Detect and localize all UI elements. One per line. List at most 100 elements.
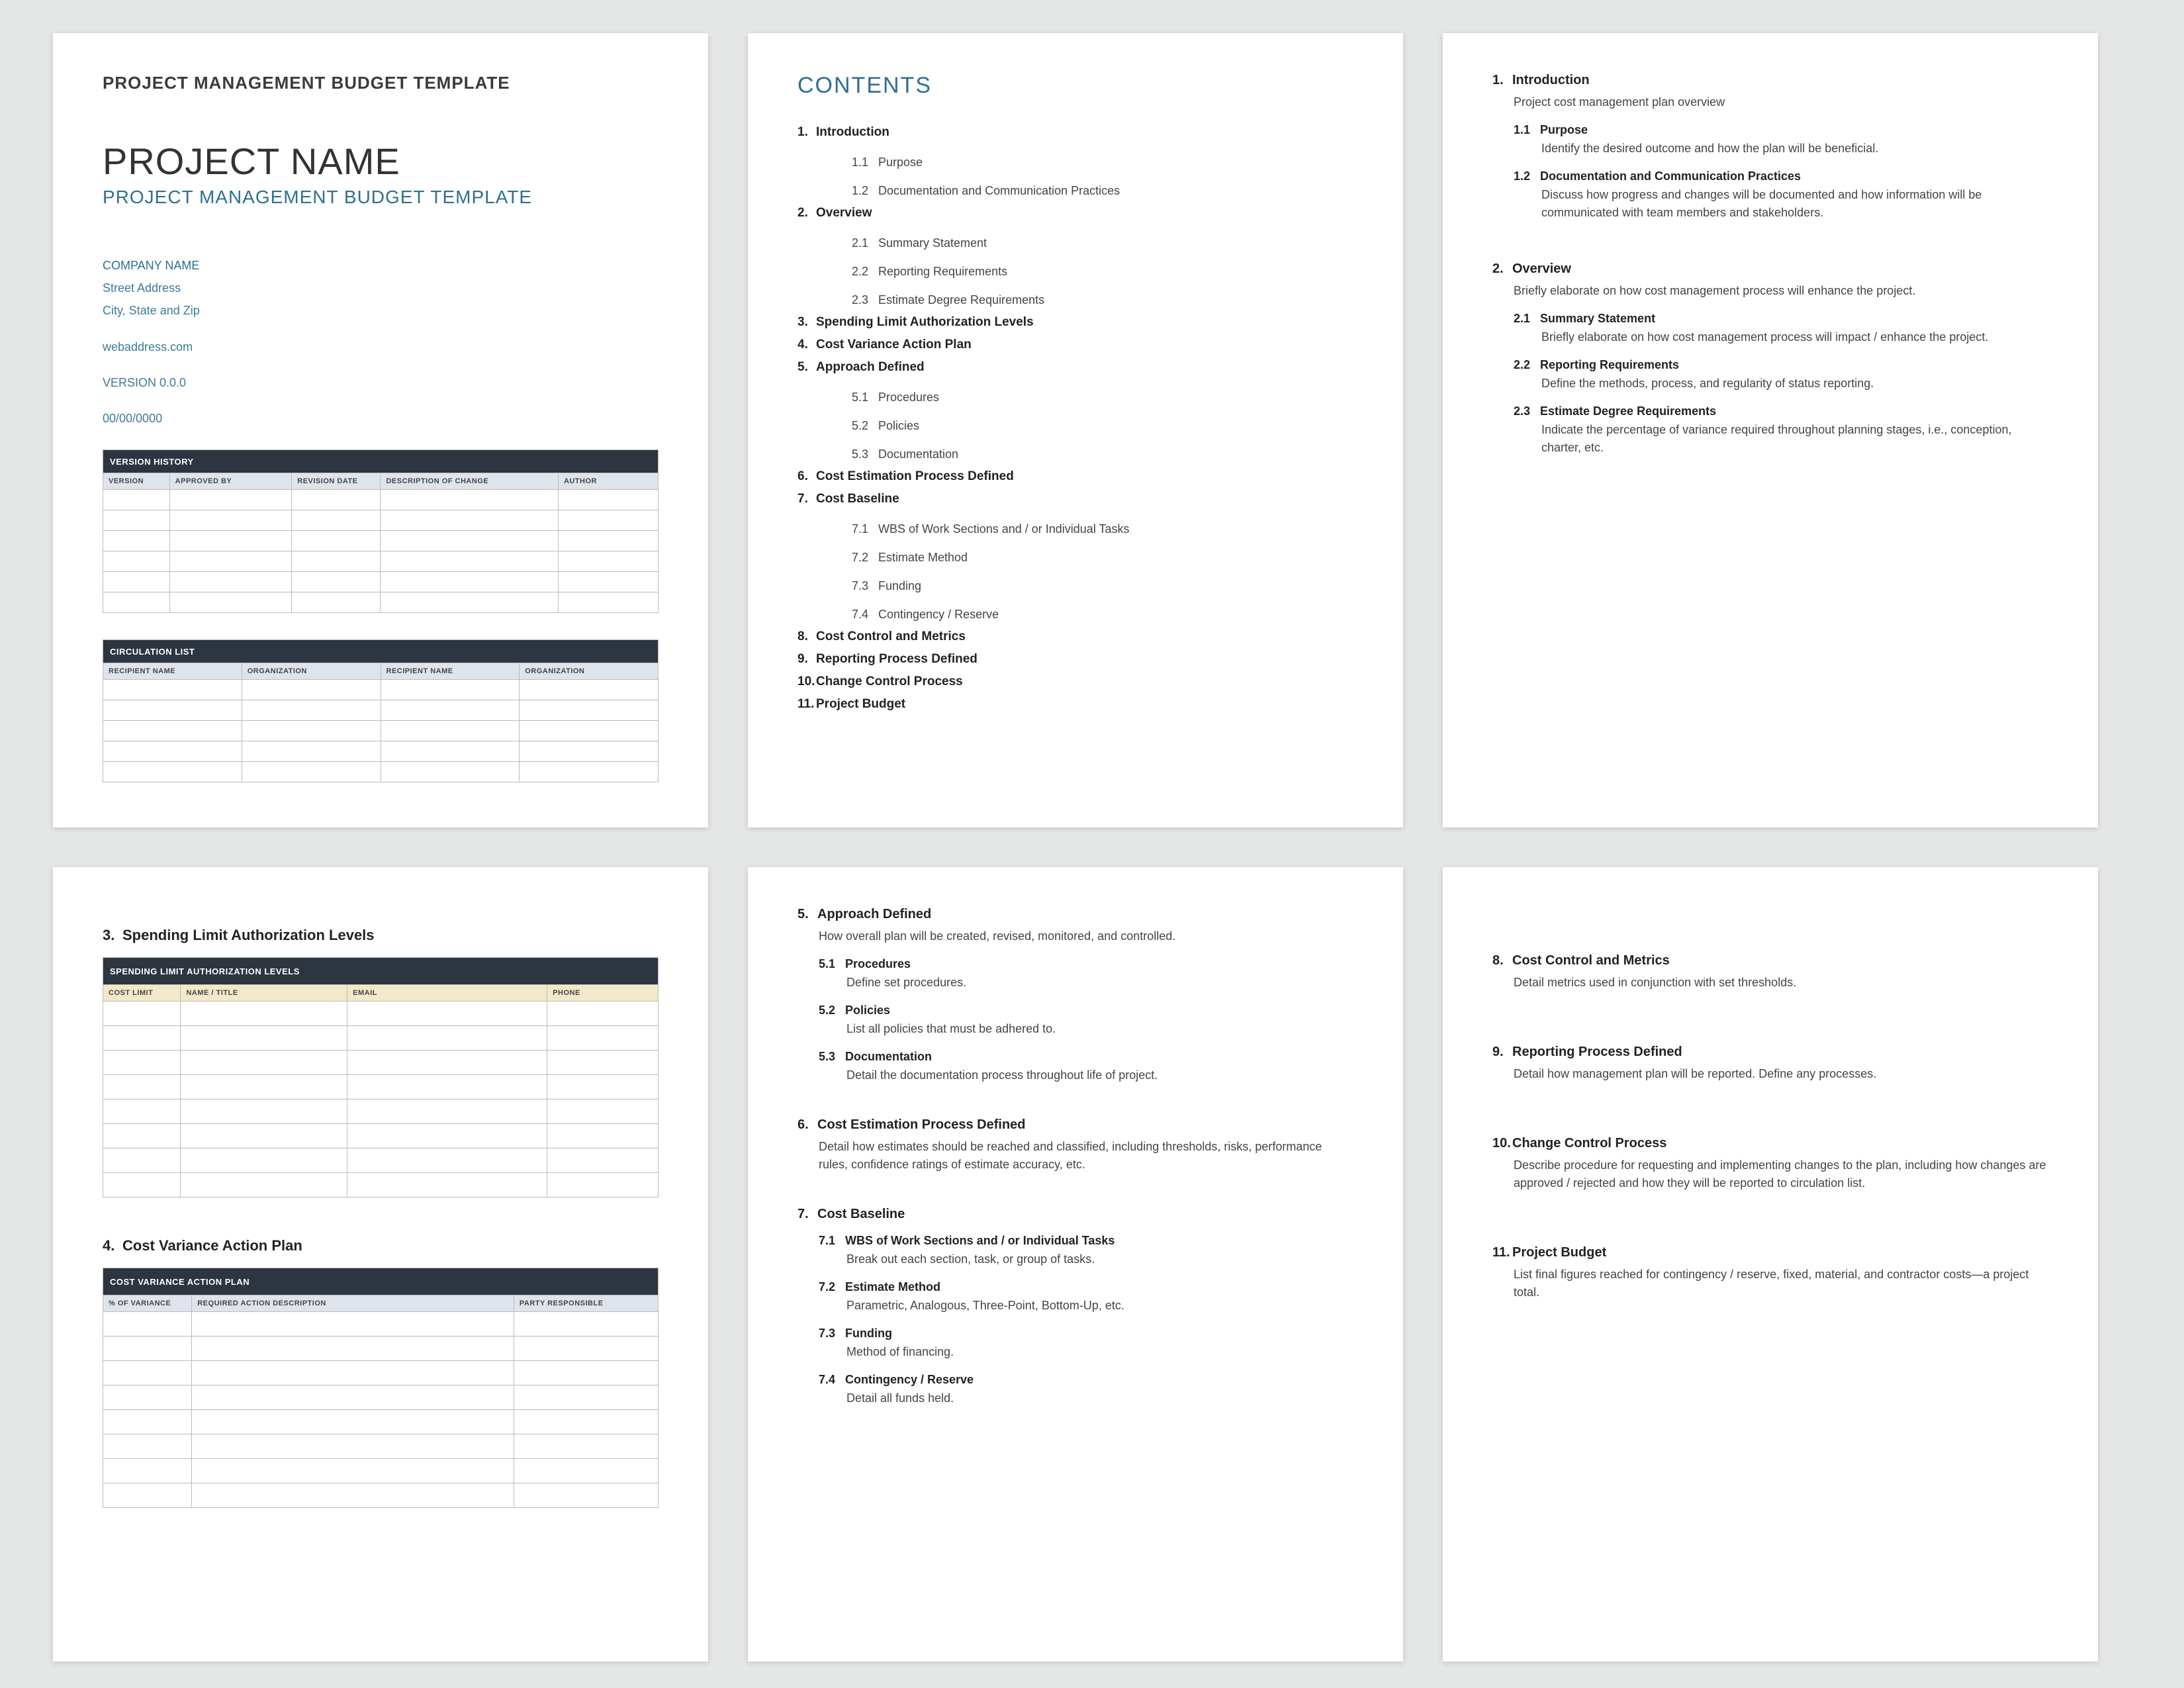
table-row — [103, 510, 659, 531]
company-name: COMPANY NAME — [103, 254, 659, 277]
circulation-list-title: CIRCULATION LIST — [103, 640, 659, 663]
toc-subitem: 2.1Summary Statement — [831, 224, 1353, 250]
col-organization-2: ORGANIZATION — [520, 663, 659, 680]
table-row — [103, 1051, 659, 1075]
table-row — [103, 551, 659, 572]
table-row — [103, 762, 659, 782]
col-revision-date: REVISION DATE — [292, 473, 381, 490]
toc-item: 9.Reporting Process Defined — [797, 652, 1353, 667]
company-meta: COMPANY NAME Street Address City, State … — [103, 254, 659, 430]
table-row — [103, 1173, 659, 1197]
table-row — [103, 680, 659, 700]
table-row — [103, 1361, 659, 1385]
spending-limit-title: SPENDING LIMIT AUTHORIZATION LEVELS — [103, 958, 659, 985]
page-4: 3.Spending Limit Authorization Levels SP… — [53, 867, 708, 1662]
toc-subitem: 7.4Contingency / Reserve — [831, 596, 1353, 622]
page-3: 1.Introduction Project cost management p… — [1443, 33, 2098, 827]
toc-item: 3.Spending Limit Authorization Levels — [797, 315, 1353, 330]
section-1-introduction: 1.Introduction Project cost management p… — [1492, 73, 2048, 222]
table-row — [103, 592, 659, 613]
section-4-title: 4.Cost Variance Action Plan — [103, 1237, 659, 1254]
toc-item: 10.Change Control Process — [797, 675, 1353, 689]
table-row — [103, 741, 659, 762]
page-6: 8.Cost Control and Metrics Detail metric… — [1443, 867, 2098, 1662]
table-row — [103, 1459, 659, 1483]
table-row — [103, 490, 659, 510]
subsection-reporting: 2.2Reporting Requirements Define the met… — [1514, 358, 2048, 393]
subsection-doc-comm: 1.2Documentation and Communication Pract… — [1514, 169, 2048, 222]
project-name-title: PROJECT NAME — [103, 140, 659, 183]
street-address: Street Address — [103, 277, 659, 299]
cost-variance-title: COST VARIANCE ACTION PLAN — [103, 1268, 659, 1295]
col-approved-by: APPROVED BY — [169, 473, 292, 490]
toc-subitem: 7.3Funding — [831, 567, 1353, 593]
toc-item: 1.Introduction1.1Purpose1.2Documentation… — [797, 125, 1353, 198]
table-row — [103, 721, 659, 741]
col-recipient-name-1: RECIPIENT NAME — [103, 663, 242, 680]
city-state-zip: City, State and Zip — [103, 299, 659, 322]
col-recipient-name-2: RECIPIENT NAME — [381, 663, 520, 680]
table-row — [103, 1312, 659, 1336]
toc-item: 5.Approach Defined5.1Procedures5.2Polici… — [797, 360, 1353, 461]
table-row — [103, 531, 659, 551]
toc-subitem: 2.3Estimate Degree Requirements — [831, 281, 1353, 307]
toc-item: 2.Overview2.1Summary Statement2.2Reporti… — [797, 206, 1353, 307]
subsection-purpose: 1.1Purpose Identify the desired outcome … — [1514, 123, 2048, 158]
table-row — [103, 1410, 659, 1434]
toc-subitem: 5.2Policies — [831, 407, 1353, 433]
table-row — [103, 572, 659, 592]
table-row — [103, 1124, 659, 1149]
version-history-title: VERSION HISTORY — [103, 450, 659, 473]
subsection-estimate-degree: 2.3Estimate Degree Requirements Indicate… — [1514, 404, 2048, 457]
page-5: 5.Approach Defined How overall plan will… — [748, 867, 1403, 1662]
toc-subitem: 5.3Documentation — [831, 436, 1353, 461]
spending-limit-table: SPENDING LIMIT AUTHORIZATION LEVELS COST… — [103, 957, 659, 1197]
toc-subitem: 7.2Estimate Method — [831, 539, 1353, 565]
document-canvas: PROJECT MANAGEMENT BUDGET TEMPLATE PROJE… — [0, 0, 2184, 1688]
section-7-cost-baseline: 7.Cost Baseline 7.1WBS of Work Sections … — [797, 1207, 1353, 1407]
toc-subitem: 7.1WBS of Work Sections and / or Individ… — [831, 510, 1353, 536]
version-history-table: VERSION HISTORY VERSION APPROVED BY REVI… — [103, 449, 659, 613]
web-address: webaddress.com — [103, 336, 659, 358]
date-string: 00/00/0000 — [103, 407, 659, 430]
section-10: 10.Change Control Process Describe proce… — [1492, 1136, 2048, 1192]
section-body: Project cost management plan overview — [1514, 93, 2048, 111]
page-2-contents: CONTENTS 1.Introduction1.1Purpose1.2Docu… — [748, 33, 1403, 827]
table-row — [103, 1100, 659, 1124]
section-8: 8.Cost Control and Metrics Detail metric… — [1492, 953, 2048, 992]
section-11: 11.Project Budget List final figures rea… — [1492, 1245, 2048, 1301]
section-3-title: 3.Spending Limit Authorization Levels — [103, 927, 659, 944]
template-header: PROJECT MANAGEMENT BUDGET TEMPLATE — [103, 73, 659, 93]
subsection-summary: 2.1Summary Statement Briefly elaborate o… — [1514, 312, 2048, 346]
circulation-list-table: CIRCULATION LIST RECIPIENT NAME ORGANIZA… — [103, 639, 659, 782]
toc-subitem: 1.2Documentation and Communication Pract… — [831, 172, 1353, 198]
table-row — [103, 1002, 659, 1026]
table-row — [103, 1434, 659, 1459]
col-author: AUTHOR — [558, 473, 658, 490]
col-organization-1: ORGANIZATION — [242, 663, 381, 680]
project-subtitle: PROJECT MANAGEMENT BUDGET TEMPLATE — [103, 187, 659, 208]
table-of-contents: 1.Introduction1.1Purpose1.2Documentation… — [797, 125, 1353, 712]
section-num: 1. — [1492, 73, 1512, 88]
table-row — [103, 1149, 659, 1173]
toc-item: 8.Cost Control and Metrics — [797, 630, 1353, 644]
toc-item: 6.Cost Estimation Process Defined — [797, 469, 1353, 484]
table-row — [103, 1483, 659, 1508]
toc-subitem: 2.2Reporting Requirements — [831, 253, 1353, 279]
page-1: PROJECT MANAGEMENT BUDGET TEMPLATE PROJE… — [53, 33, 708, 827]
toc-subitem: 1.1Purpose — [831, 144, 1353, 169]
section-6-cost-estimation: 6.Cost Estimation Process Defined Detail… — [797, 1117, 1353, 1174]
toc-item: 4.Cost Variance Action Plan — [797, 338, 1353, 352]
toc-item: 11.Project Budget — [797, 697, 1353, 712]
col-description: DESCRIPTION OF CHANGE — [381, 473, 558, 490]
table-row — [103, 1385, 659, 1410]
table-row — [103, 700, 659, 721]
toc-item: 7.Cost Baseline7.1WBS of Work Sections a… — [797, 492, 1353, 622]
col-version: VERSION — [103, 473, 170, 490]
contents-title: CONTENTS — [797, 73, 1353, 99]
toc-subitem: 5.1Procedures — [831, 379, 1353, 404]
table-row — [103, 1336, 659, 1361]
table-row — [103, 1075, 659, 1100]
table-row — [103, 1026, 659, 1051]
section-title: Introduction — [1512, 73, 1590, 87]
